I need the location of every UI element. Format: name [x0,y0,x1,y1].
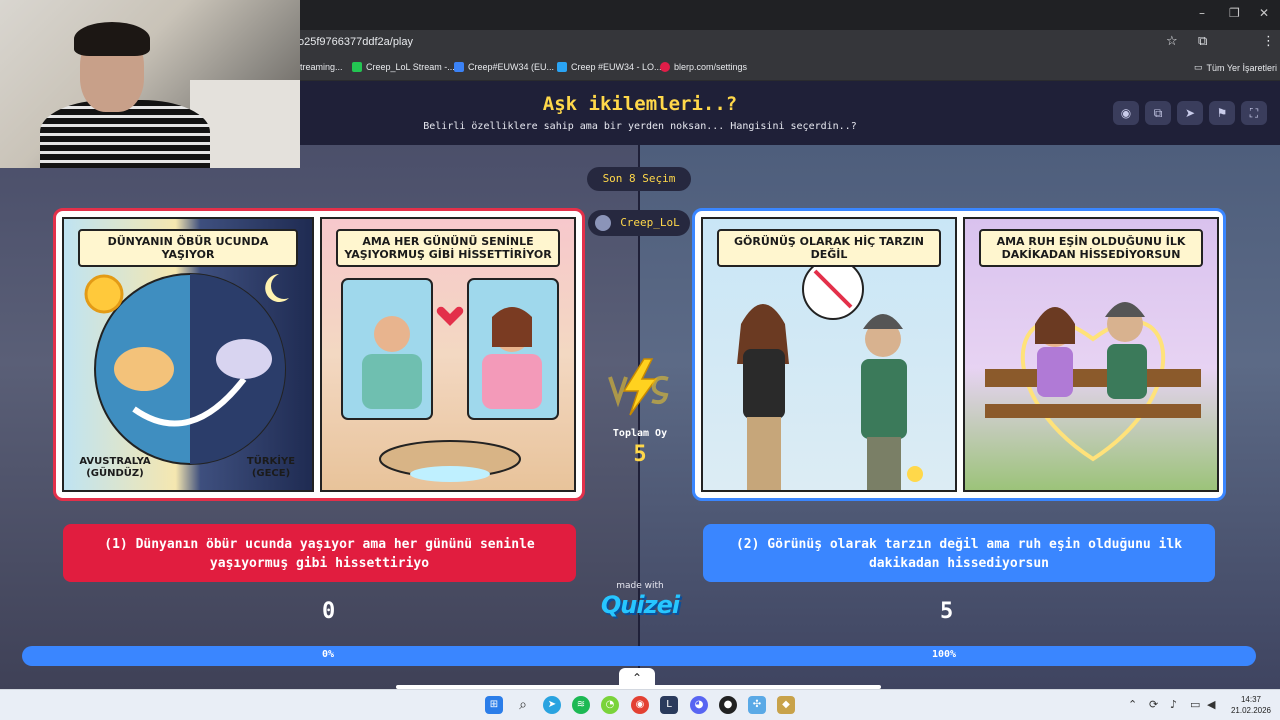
windows-taskbar: ⊞ ⌕ ➤ ≋ ◔ ◉ L ◕ ● ✣ ◆ ⌃ ⟳ ♪ ▭ ◀ 14:37 21… [0,689,1280,720]
bookmark-item[interactable]: Creep#EUW34 (EU... [454,62,554,72]
restore-button[interactable]: ❐ [1229,6,1240,20]
streamer-name: Creep_LoL [620,216,680,229]
option-button-right[interactable]: (2) Görünüş olarak tarzın değil ama ruh … [703,524,1215,582]
panel-banner: AMA RUH EŞİN OLDUĞUNU İLK DAKİKADAN HİSS… [979,229,1203,267]
bookmark-favicon-icon [557,62,567,72]
browser-menu-icon[interactable]: ⋮ [1262,34,1275,49]
volume-icon[interactable]: ◀ [1207,698,1215,711]
panel-banner: GÖRÜNÜŞ OLARAK HİÇ TARZIN DEĞİL [717,229,941,267]
bookmark-item[interactable]: treaming... [300,62,343,72]
option-button-left[interactable]: (1) Dünyanın öbür ucunda yaşıyor ama her… [63,524,576,582]
made-with-label: made with [616,581,664,591]
all-bookmarks-folder[interactable]: ▭ Tüm Yer İşaretleri [1194,62,1277,73]
start-icon[interactable]: ⊞ [485,696,503,714]
streamer-pill[interactable]: Creep_LoL [588,210,690,236]
tray-chevron-icon[interactable]: ⌃ [1128,698,1137,711]
webcam-overlay [0,0,300,168]
eye-icon[interactable]: ◉ [1113,101,1139,125]
clock-date: 21.02.2026 [1230,706,1272,715]
search-icon[interactable]: ⌕ [514,696,532,714]
streamer-avatar [595,215,611,231]
spotify-icon[interactable]: ≋ [572,696,590,714]
url-text[interactable]: o25f9766377ddf2a/play [298,36,413,48]
vote-progress-bar: 0% 100% [22,646,1256,666]
quizei-logo[interactable]: Quizei [596,591,684,619]
fullscreen-icon[interactable]: ⛶ [1241,101,1267,125]
total-votes-value: 5 [633,442,647,467]
comic-panel: GÖRÜNÜŞ OLARAK HİÇ TARZIN DEĞİL [701,217,957,492]
webcam-person-hair [74,22,150,56]
telegram-icon[interactable]: ➤ [543,696,561,714]
star-icon[interactable]: ☆ [1166,34,1178,49]
panel-banner: AMA HER GÜNÜNÜ SENİNLE YAŞIYORMUŞ GİBİ H… [336,229,560,267]
progress-label-right: 100% [932,649,957,660]
quiz-page: Aşk ikilemleri..? Belirli özelliklere sa… [0,81,1280,689]
bookmark-item[interactable]: Creep_LoL Stream -... [352,62,455,72]
bookmark-favicon-icon [454,62,464,72]
obs-icon[interactable]: ● [719,696,737,714]
panel-caption: AVUSTRALYA (GÜNDÜZ) [79,456,151,479]
riot-client-icon[interactable]: ◆ [777,696,795,714]
comic-panel: AMA HER GÜNÜNÜ SENİNLE YAŞIYORMUŞ GİBİ H… [320,217,576,492]
league-icon[interactable]: L [660,696,678,714]
vote-count-left: 0 [322,599,336,624]
panel-banner: DÜNYANIN ÖBÜR UCUNDA YAŞIYOR [78,229,298,267]
discord-icon[interactable]: ◕ [690,696,708,714]
vote-count-right: 5 [940,599,954,624]
option-card-left[interactable]: DÜNYANIN ÖBÜR UCUNDA YAŞIYOR AVUSTRALYA … [53,208,585,501]
network-app-icon[interactable]: ✣ [748,696,766,714]
copy-icon[interactable]: ⧉ [1145,101,1171,125]
send-icon[interactable]: ➤ [1177,101,1203,125]
folder-icon: ▭ [1194,62,1203,72]
panel-caption: TÜRKİYE (GECE) [246,456,296,479]
option-card-right[interactable]: GÖRÜNÜŞ OLARAK HİÇ TARZIN DEĞİL AMA RUH … [692,208,1226,501]
chrome-icon[interactable]: ◉ [631,696,649,714]
bookmark-item[interactable]: blerp.com/settings [660,62,747,72]
comic-panel: DÜNYANIN ÖBÜR UCUNDA YAŞIYOR AVUSTRALYA … [62,217,314,492]
total-votes-label: Toplam Oy [612,428,668,439]
app-icon[interactable]: ◔ [601,696,619,714]
vs-lightning-icon [608,358,669,416]
history-pill[interactable]: Son 8 Seçim [587,167,691,191]
extensions-icon[interactable]: ⧉ [1198,34,1207,49]
sync-icon[interactable]: ⟳ [1149,698,1158,711]
close-window-button[interactable]: ✕ [1259,6,1269,20]
minimize-button[interactable]: – [1199,6,1205,20]
bookmark-item[interactable]: Creep #EUW34 - LO... [557,62,662,72]
progress-label-left: 0% [322,649,335,660]
bookmark-favicon-icon [660,62,670,72]
display-icon[interactable]: ▭ [1190,698,1200,711]
bookmark-favicon-icon [352,62,362,72]
microphone-icon[interactable]: ♪ [1170,698,1177,711]
flag-icon[interactable]: ⚑ [1209,101,1235,125]
comic-panel: AMA RUH EŞİN OLDUĞUNU İLK DAKİKADAN HİSS… [963,217,1219,492]
clock-time: 14:37 [1240,695,1262,704]
taskbar-clock[interactable]: 14:37 21.02.2026 [1226,694,1276,716]
